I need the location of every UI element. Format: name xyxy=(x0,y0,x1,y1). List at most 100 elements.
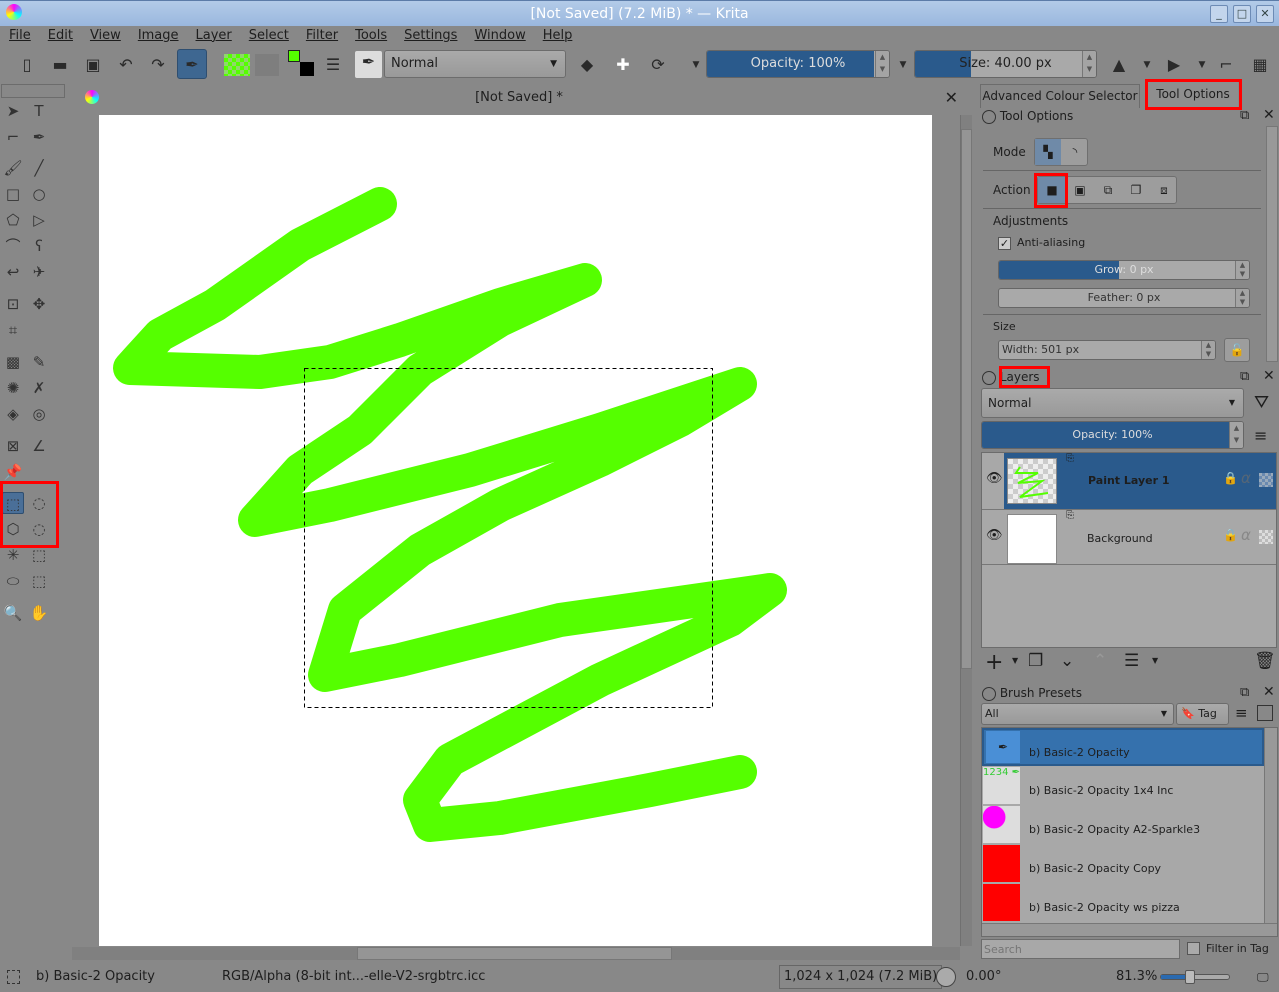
inherit-alpha-icon[interactable] xyxy=(1259,473,1273,487)
vertical-scrollbar[interactable] xyxy=(960,115,972,946)
similar-color-selection-tool-icon[interactable]: ⬚ xyxy=(28,544,50,566)
chevron-down-icon[interactable]: ▼ xyxy=(685,54,707,76)
menu-filter[interactable]: Filter xyxy=(297,26,346,46)
crop-tool-icon[interactable]: ⌗ xyxy=(2,319,24,341)
lock-docker-icon[interactable] xyxy=(982,370,996,385)
eye-icon[interactable]: 👁 xyxy=(986,471,1003,486)
wrap-around-icon[interactable]: ⌐ xyxy=(1215,54,1237,76)
pan-tool-icon[interactable]: ✋ xyxy=(28,602,50,624)
zoom-tool-icon[interactable]: 🔍 xyxy=(2,602,24,624)
line-tool-icon[interactable]: ╱ xyxy=(28,157,50,179)
brush-tag-filter-dropdown[interactable]: All ▼ xyxy=(981,703,1174,725)
ellipse-tool-icon[interactable]: ○ xyxy=(28,183,50,205)
brush-editor-button[interactable]: ✒ xyxy=(177,49,207,79)
move-layer-down-icon[interactable]: ⌄ xyxy=(1060,651,1074,671)
undo-icon[interactable]: ↶ xyxy=(115,54,137,76)
freehand-brush-tool-icon[interactable]: 🖌 xyxy=(2,157,24,179)
lock-ratio-icon[interactable]: 🔓 xyxy=(1224,338,1250,362)
menu-image[interactable]: Image xyxy=(129,26,187,46)
rectangle-tool-icon[interactable]: □ xyxy=(2,183,24,205)
close-docker-icon[interactable]: ✕ xyxy=(1263,368,1275,384)
polyline-tool-icon[interactable]: ▷ xyxy=(28,209,50,231)
lock-icon[interactable]: 🔒 xyxy=(1223,528,1238,542)
chevron-down-icon[interactable]: ▼ xyxy=(1191,54,1213,76)
bezier-selection-tool-icon[interactable]: ⬭ xyxy=(2,570,24,592)
width-spinner[interactable]: ▲ ▼ xyxy=(1201,341,1215,359)
close-docker-icon[interactable]: ✕ xyxy=(1263,684,1275,700)
size-slider[interactable]: Size: 40.00 px ▲ ▼ xyxy=(914,50,1097,78)
alpha-lock-icon[interactable]: ✚ xyxy=(612,54,634,76)
redo-icon[interactable]: ↷ xyxy=(147,54,169,76)
canvas[interactable] xyxy=(99,115,932,946)
maximize-button[interactable]: □ xyxy=(1233,5,1251,23)
blend-mode-dropdown[interactable]: Normal ▼ xyxy=(384,50,566,78)
menu-layer[interactable]: Layer xyxy=(187,26,240,46)
action-intersect-button[interactable]: ▣ xyxy=(1066,177,1094,203)
foreground-color-swatch[interactable] xyxy=(288,50,300,62)
move-layer-up-icon[interactable]: ⌃ xyxy=(1093,651,1107,671)
workspace-icon[interactable]: ▦ xyxy=(1249,54,1271,76)
opacity-slider[interactable]: Opacity: 100% ▲ ▼ xyxy=(706,50,890,78)
brush-list-scrollbar[interactable] xyxy=(1264,728,1277,924)
selection-indicator-icon[interactable] xyxy=(7,970,20,984)
lock-icon[interactable]: 🔒 xyxy=(1223,471,1238,485)
mirror-horizontal-icon[interactable]: ▲ xyxy=(1108,54,1130,76)
layer-opacity-spinner[interactable]: ▲ ▼ xyxy=(1229,422,1243,448)
reference-images-tool-icon[interactable]: 📌 xyxy=(2,461,24,483)
size-spinner[interactable]: ▲ ▼ xyxy=(1082,51,1096,77)
menu-settings[interactable]: Settings xyxy=(395,26,465,46)
layer-name[interactable]: Background xyxy=(1087,532,1153,545)
import-resource-icon[interactable] xyxy=(1257,705,1273,721)
alpha-icon[interactable]: α xyxy=(1241,469,1251,487)
assistant-tool-icon[interactable]: ⊠ xyxy=(2,435,24,457)
action-add-button[interactable]: ⧉ xyxy=(1094,177,1122,203)
action-subtract-button[interactable]: ❐ xyxy=(1122,177,1150,203)
move-tool-icon[interactable]: ✥ xyxy=(28,293,50,315)
lock-docker-icon[interactable] xyxy=(982,109,996,124)
background-color-swatch[interactable] xyxy=(300,62,314,76)
select-shapes-tool-icon[interactable]: ➤ xyxy=(2,100,24,122)
eye-icon[interactable]: 👁 xyxy=(986,528,1003,543)
brush-search-input[interactable] xyxy=(981,939,1180,959)
reload-preset-icon[interactable]: ⟳ xyxy=(647,54,669,76)
contiguous-selection-tool-icon[interactable]: ✳ xyxy=(2,544,24,566)
lock-docker-icon[interactable] xyxy=(982,686,996,701)
brush-preset-icon[interactable]: ✒ xyxy=(355,51,382,78)
status-image-size[interactable]: 1,024 x 1,024 (7.2 MiB) xyxy=(779,965,943,989)
fullscreen-icon[interactable]: 🖵 xyxy=(1257,962,1269,992)
menu-view[interactable]: View xyxy=(81,26,129,46)
bezier-tool-icon[interactable]: ⌒ xyxy=(2,235,24,257)
float-docker-icon[interactable]: ⧉ xyxy=(1240,369,1249,384)
rotation-icon[interactable] xyxy=(936,967,956,987)
menu-icon[interactable]: ≡ xyxy=(1235,704,1248,722)
menu-tools[interactable]: Tools xyxy=(346,26,395,46)
action-symmetric-difference-button[interactable]: ⧈ xyxy=(1150,177,1178,203)
mode-pixel-button[interactable]: ▚ xyxy=(1035,139,1061,165)
pattern-selector[interactable] xyxy=(255,54,279,76)
brush-preset-item[interactable]: 1234 ✒ b) Basic-2 Opacity 1x4 Inc xyxy=(982,767,1264,806)
opacity-spinner[interactable]: ▲ ▼ xyxy=(875,51,889,77)
tag-button[interactable]: 🔖 Tag xyxy=(1176,703,1229,725)
brush-preset-item[interactable]: ✒ b) Basic-2 Opacity xyxy=(982,728,1264,766)
dynamic-brush-tool-icon[interactable]: ↩ xyxy=(2,261,24,283)
menu-edit[interactable]: Edit xyxy=(39,26,81,46)
magnetic-selection-tool-icon[interactable]: ⬚ xyxy=(28,570,50,592)
measure-tool-icon[interactable]: ∠ xyxy=(28,435,50,457)
calligraphy-tool-icon[interactable]: ✒ xyxy=(28,126,50,148)
brush-preset-item[interactable]: b) Basic-2 Opacity A2-Sparkle3 xyxy=(982,806,1264,845)
menu-help[interactable]: Help xyxy=(534,26,581,46)
float-docker-icon[interactable]: ⧉ xyxy=(1240,108,1249,123)
chevron-down-icon[interactable]: ▼ xyxy=(1012,656,1018,665)
grow-slider[interactable]: Grow: 0 px ▲ ▼ xyxy=(998,260,1250,280)
close-docker-icon[interactable]: ✕ xyxy=(1263,107,1275,123)
text-tool-icon[interactable]: T xyxy=(28,100,50,122)
close-window-button[interactable]: ✕ xyxy=(1256,5,1274,23)
float-docker-icon[interactable]: ⧉ xyxy=(1240,685,1249,700)
horizontal-scrollbar[interactable] xyxy=(72,947,960,960)
layer-row[interactable]: 👁 ⎘ Background 🔒 α xyxy=(982,509,1276,565)
layer-opacity-slider[interactable]: Opacity: 100% ▲ ▼ xyxy=(981,421,1244,449)
inherit-alpha-icon[interactable] xyxy=(1259,530,1273,544)
enclose-fill-tool-icon[interactable]: ◎ xyxy=(28,403,50,425)
freehand-path-tool-icon[interactable]: ʕ xyxy=(28,235,50,257)
brush-preset-item[interactable]: b) Basic-2 Opacity ws pizza xyxy=(982,884,1264,923)
